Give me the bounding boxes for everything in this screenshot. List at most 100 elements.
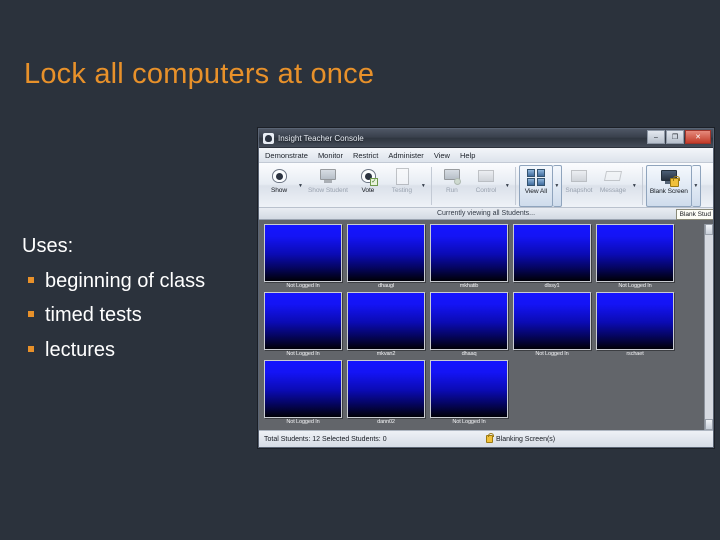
bullet-square-icon bbox=[28, 277, 34, 283]
toolbar-label-show-student: Show Student bbox=[308, 187, 348, 194]
page-title: Lock all computers at once bbox=[24, 58, 375, 90]
toolbar-label-testing: Testing bbox=[391, 187, 412, 194]
blank-screen-tooltip: Blank Stud bbox=[675, 209, 713, 220]
student-thumbnail[interactable]: dhaugl bbox=[347, 224, 425, 289]
toolbar-label-snapshot: Snapshot bbox=[565, 187, 593, 194]
student-thumbnail[interactable]: mkhatib bbox=[430, 224, 508, 289]
student-screen-preview[interactable] bbox=[264, 292, 342, 350]
viewing-status-strip: Currently viewing all Students... Blank … bbox=[259, 208, 713, 220]
toolbar-group-control: Run Control ▼ bbox=[435, 165, 512, 207]
show-student-icon bbox=[318, 167, 338, 186]
control-dropdown-caret-icon[interactable]: ▼ bbox=[503, 165, 512, 207]
toolbar-button-view-all[interactable]: View All bbox=[518, 165, 553, 207]
toolbar-button-message[interactable]: Message bbox=[596, 165, 630, 207]
minimize-button[interactable]: – bbox=[647, 130, 665, 144]
menu-item-help[interactable]: Help bbox=[460, 151, 475, 160]
student-screen-preview[interactable] bbox=[264, 224, 342, 282]
student-thumbnail[interactable]: dann02 bbox=[347, 360, 425, 425]
testing-icon bbox=[392, 167, 412, 186]
toolbar-button-blank-screen[interactable]: Blank Screen bbox=[645, 165, 692, 207]
student-thumbnail[interactable]: dlssy1 bbox=[513, 224, 591, 289]
student-screen-preview[interactable] bbox=[513, 292, 591, 350]
student-screen-preview[interactable] bbox=[264, 360, 342, 418]
student-thumbnail[interactable]: Not Logged In bbox=[264, 224, 342, 289]
student-label: mkvan2 bbox=[376, 351, 396, 357]
list-item-label: beginning of class bbox=[45, 270, 206, 292]
toolbar-button-show-student[interactable]: Show Student bbox=[305, 165, 351, 207]
list-item-label: timed tests bbox=[45, 304, 142, 327]
uses-block: Uses: beginning of class timed tests lec… bbox=[22, 233, 262, 367]
activity-status-text: Blanking Screen(s) bbox=[496, 435, 556, 443]
student-label: dann02 bbox=[377, 419, 395, 425]
student-label: Not Logged In bbox=[286, 283, 320, 289]
toolbar-separator bbox=[430, 167, 432, 205]
student-thumbnail[interactable]: Not Logged In bbox=[264, 360, 342, 425]
student-screen-preview[interactable] bbox=[347, 224, 425, 282]
insight-teacher-console-window: Insight Teacher Console – ❐ ✕ Demonstrat… bbox=[258, 128, 714, 448]
toolbar-group-demonstrate: Show ▼ Show Student ✓ Vote Testing ▼ bbox=[262, 165, 428, 207]
snapshot-icon bbox=[569, 167, 589, 186]
student-label: rschaet bbox=[626, 351, 644, 357]
student-screen-preview[interactable] bbox=[347, 360, 425, 418]
toolbar-button-show[interactable]: Show bbox=[262, 165, 296, 207]
student-counts-text: Total Students: 12 Selected Students: 0 bbox=[264, 435, 387, 443]
menu-item-administer[interactable]: Administer bbox=[388, 151, 423, 160]
uses-heading: Uses: bbox=[22, 235, 74, 257]
student-screen-preview[interactable] bbox=[430, 292, 508, 350]
menu-item-monitor[interactable]: Monitor bbox=[318, 151, 343, 160]
window-titlebar[interactable]: Insight Teacher Console – ❐ ✕ bbox=[259, 129, 713, 148]
student-thumbnail[interactable]: Not Logged In bbox=[430, 360, 508, 425]
view-all-dropdown-caret-icon[interactable]: ▼ bbox=[552, 165, 562, 207]
status-bar: Total Students: 12 Selected Students: 0 … bbox=[259, 430, 713, 447]
student-label: Not Logged In bbox=[286, 351, 320, 357]
student-thumbnail[interactable]: dhaaq bbox=[430, 292, 508, 357]
toolbar-label-blank-screen: Blank Screen bbox=[649, 188, 688, 195]
control-icon bbox=[476, 167, 496, 186]
close-button[interactable]: ✕ bbox=[685, 130, 711, 144]
student-label: Not Logged In bbox=[618, 283, 652, 289]
student-thumbnail[interactable]: Not Logged In bbox=[513, 292, 591, 357]
student-screen-preview[interactable] bbox=[430, 360, 508, 418]
student-thumbnail[interactable]: Not Logged In bbox=[596, 224, 674, 289]
lock-icon bbox=[486, 433, 494, 443]
maximize-button[interactable]: ❐ bbox=[666, 130, 684, 144]
toolbar-label-vote: Vote bbox=[361, 187, 375, 194]
view-all-grid-icon bbox=[526, 168, 546, 187]
student-thumbnail[interactable]: rschaet bbox=[596, 292, 674, 357]
list-item: timed tests bbox=[22, 298, 262, 332]
thumbnail-panel-scrollbar[interactable] bbox=[704, 224, 713, 430]
activity-status: Blanking Screen(s) bbox=[486, 433, 556, 443]
student-screen-preview[interactable] bbox=[596, 224, 674, 282]
menu-item-demonstrate[interactable]: Demonstrate bbox=[265, 151, 308, 160]
student-thumbnail-panel: Not Logged In dhaugl mkhatib dlssy1 Not … bbox=[259, 220, 713, 430]
student-label: Not Logged In bbox=[286, 419, 320, 425]
menu-item-restrict[interactable]: Restrict bbox=[353, 151, 378, 160]
toolbar-button-run[interactable]: Run bbox=[435, 165, 469, 207]
window-controls: – ❐ ✕ bbox=[647, 130, 711, 144]
student-label: dhaugl bbox=[378, 283, 394, 289]
toolbar-button-testing[interactable]: Testing bbox=[385, 165, 419, 207]
list-item: beginning of class bbox=[22, 264, 262, 298]
show-dropdown-caret-icon[interactable]: ▼ bbox=[296, 165, 305, 207]
student-screen-preview[interactable] bbox=[347, 292, 425, 350]
student-screen-preview[interactable] bbox=[513, 224, 591, 282]
student-label: Not Logged In bbox=[452, 419, 486, 425]
toolbar-button-control[interactable]: Control bbox=[469, 165, 503, 207]
menu-item-view[interactable]: View bbox=[434, 151, 450, 160]
run-icon bbox=[442, 167, 462, 186]
blank-screen-dropdown-caret-icon[interactable]: ▼ bbox=[691, 165, 701, 207]
testing-dropdown-caret-icon[interactable]: ▼ bbox=[419, 165, 428, 207]
list-item-label: lectures bbox=[45, 338, 116, 361]
student-thumbnail[interactable]: Not Logged In bbox=[264, 292, 342, 357]
toolbar-button-snapshot[interactable]: Snapshot bbox=[562, 165, 596, 207]
student-screen-preview[interactable] bbox=[596, 292, 674, 350]
message-dropdown-caret-icon[interactable]: ▼ bbox=[630, 165, 639, 207]
toolbar-label-message: Message bbox=[599, 187, 626, 194]
student-label: dlssy1 bbox=[544, 283, 560, 289]
toolbar-button-vote[interactable]: ✓ Vote bbox=[351, 165, 385, 207]
message-icon bbox=[603, 167, 623, 186]
bullet-square-icon bbox=[28, 345, 34, 352]
student-screen-preview[interactable] bbox=[430, 224, 508, 282]
toolbar-label-show: Show bbox=[270, 187, 288, 194]
student-thumbnail[interactable]: mkvan2 bbox=[347, 292, 425, 357]
